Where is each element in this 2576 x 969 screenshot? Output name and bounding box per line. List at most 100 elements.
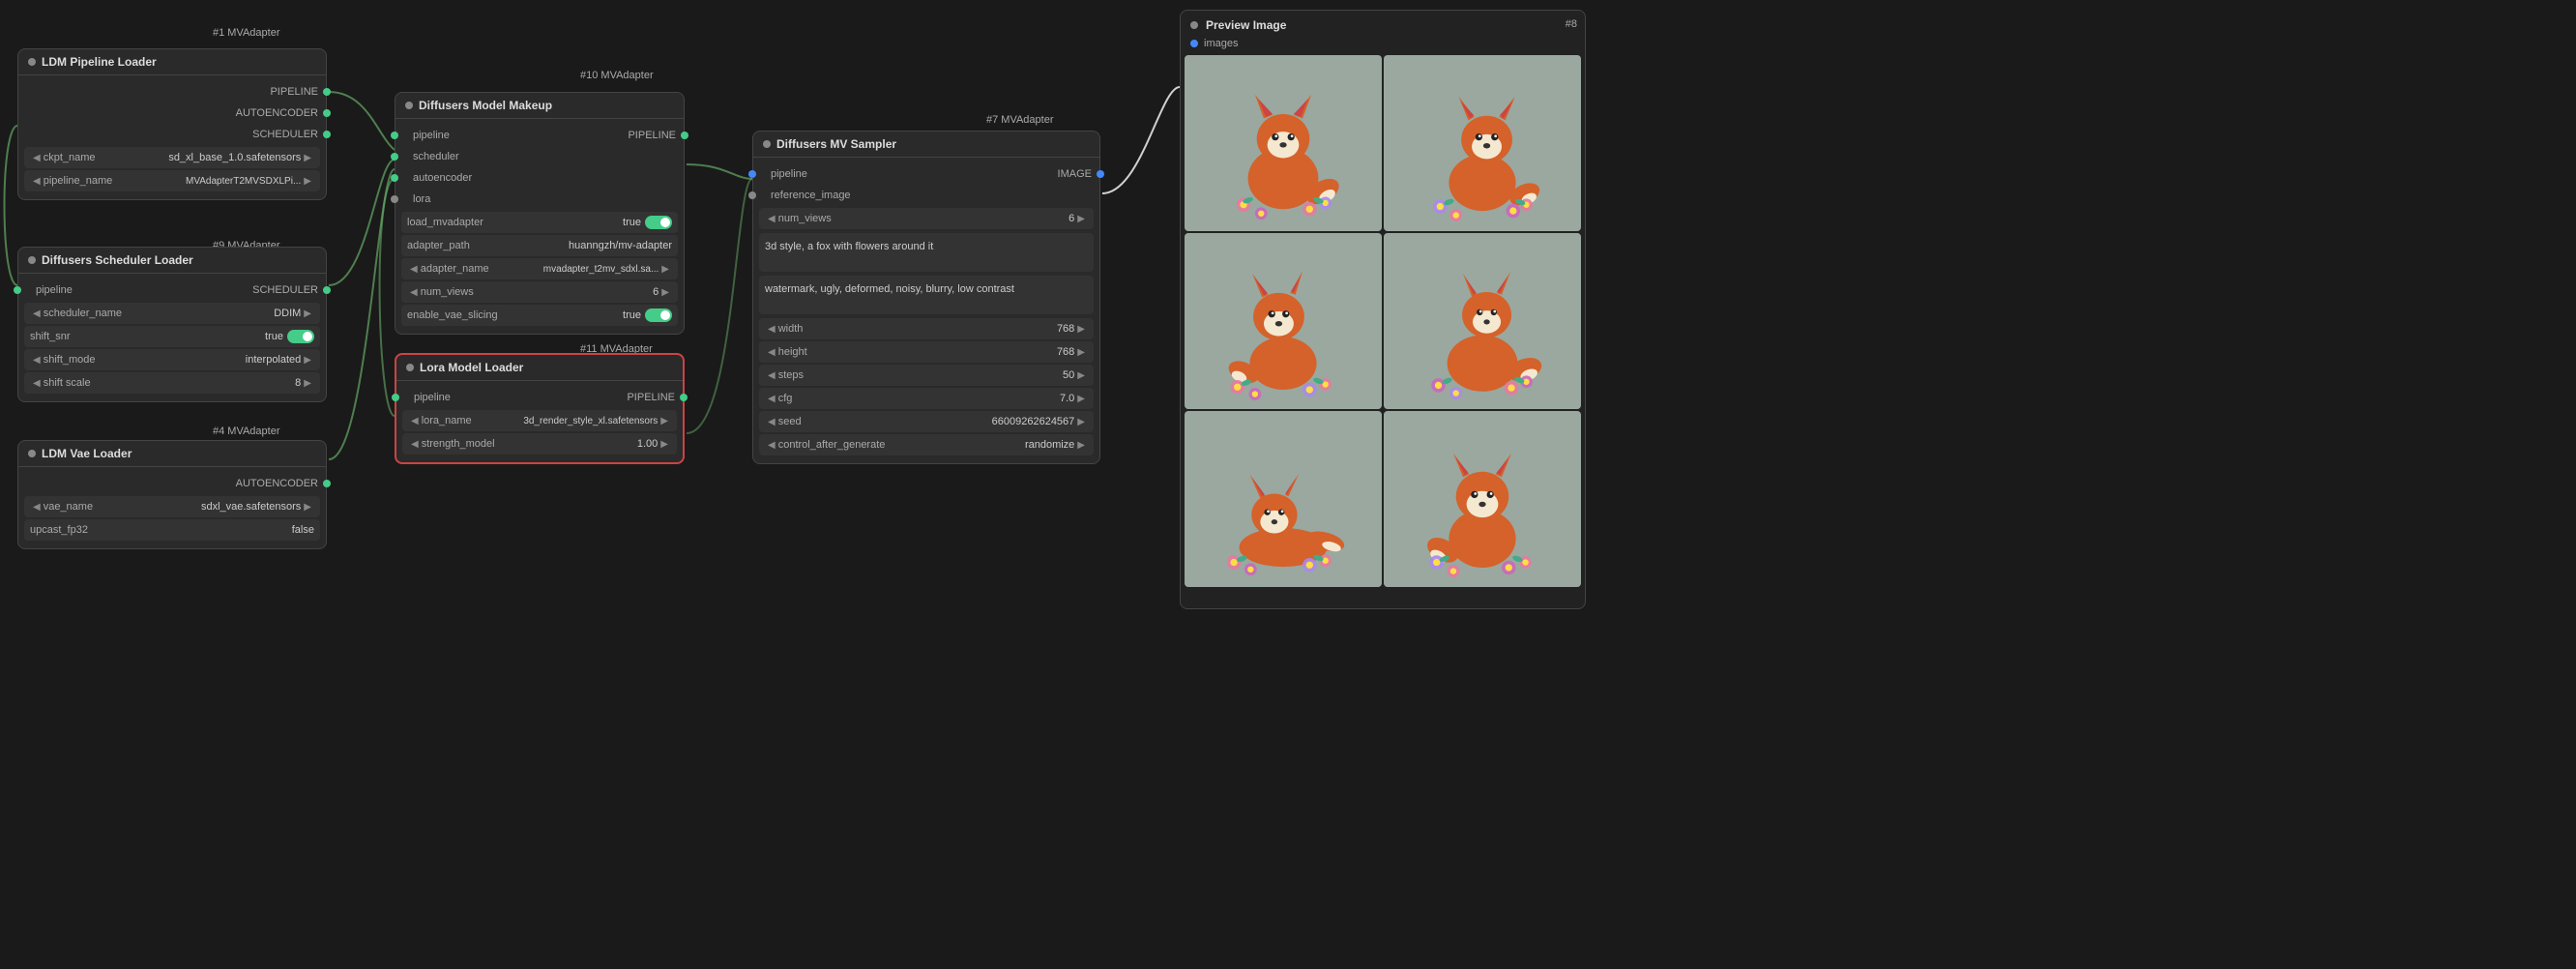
node-diffusers-scheduler: Diffusers Scheduler Loader pipeline SCHE… (17, 247, 327, 402)
field-cfg[interactable]: ◀ cfg 7.0 ▶ (759, 388, 1094, 409)
field-pipeline-left-arrow[interactable]: ◀ (30, 176, 44, 187)
preview-images-input-dot (1190, 40, 1198, 47)
field-strength-model[interactable]: ◀ strength_model 1.00 ▶ (402, 433, 677, 455)
preview-cell-6 (1384, 411, 1581, 587)
node-diffusers-model-title: Diffusers Model Makeup (419, 99, 552, 112)
output-dm-pipeline-dot (681, 132, 688, 139)
node-diffusers-scheduler-header: Diffusers Scheduler Loader (18, 248, 326, 274)
output-lora-pipeline-dot (680, 394, 688, 401)
field-prompt[interactable]: 3d style, a fox with flowers around it (759, 233, 1094, 272)
output-scheduler-dot2 (323, 286, 331, 294)
output-scheduler-dot (323, 131, 331, 138)
field-pipeline-right-arrow[interactable]: ▶ (301, 176, 314, 187)
field-shift-mode[interactable]: ◀ shift_mode interpolated ▶ (24, 349, 320, 370)
negative-prompt-text: watermark, ugly, deformed, noisy, blurry… (765, 283, 1014, 295)
input-pipeline-row: pipeline SCHEDULER (18, 279, 326, 301)
preview-title: Preview Image (1206, 18, 1286, 32)
prompt-text: 3d style, a fox with flowers around it (765, 241, 933, 252)
node-diffusers-model-body: pipeline PIPELINE scheduler autoencoder … (395, 119, 684, 334)
output-mv-image-dot (1097, 170, 1104, 178)
node-diffusers-mv-body: pipeline IMAGE reference_image ◀ num_vie… (753, 158, 1099, 463)
field-dm-num-views[interactable]: ◀ num_views 6 ▶ (401, 281, 678, 303)
output-autoencoder-dot2 (323, 480, 331, 487)
canvas: #1 MVAdapter LDM Pipeline Loader PIPELIN… (0, 0, 2576, 969)
node-diffusers-model-status (405, 102, 413, 109)
input-mv-reference: reference_image (753, 185, 1099, 206)
input-dm-autoencoder-dot (391, 174, 398, 182)
node-lora-model: Lora Model Loader pipeline PIPELINE ◀ lo… (395, 353, 685, 464)
node-lora-model-status (406, 364, 414, 371)
input-lora-pipeline: pipeline PIPELINE (396, 387, 683, 408)
input-mv-pipeline-dot (748, 170, 756, 178)
field-pipeline-name[interactable]: ◀ pipeline_name MVAdapterT2MVSDXLPi... ▶ (24, 170, 320, 191)
node-diffusers-mv: Diffusers MV Sampler pipeline IMAGE refe… (752, 131, 1100, 464)
field-lora-name[interactable]: ◀ lora_name 3d_render_style_xl.safetenso… (402, 410, 677, 431)
node-diffusers-scheduler-title: Diffusers Scheduler Loader (42, 253, 193, 267)
preview-image-grid (1181, 51, 1585, 591)
input-pipeline-dot (14, 286, 21, 294)
field-control-after-generate[interactable]: ◀ control_after_generate randomize ▶ (759, 434, 1094, 455)
field-width[interactable]: ◀ width 768 ▶ (759, 318, 1094, 339)
preview-header: Preview Image (1181, 11, 1585, 36)
field-height[interactable]: ◀ height 768 ▶ (759, 341, 1094, 363)
adapter-label-4: #4 MVAdapter (213, 426, 280, 437)
input-lora-pipeline-dot (392, 394, 399, 401)
field-seed[interactable]: ◀ seed 66009262624567 ▶ (759, 411, 1094, 432)
field-shift-snr[interactable]: shift_snr true (24, 326, 320, 347)
input-dm-lora: lora (395, 189, 684, 210)
node-diffusers-mv-header: Diffusers MV Sampler (753, 132, 1099, 158)
output-autoencoder-row2: AUTOENCODER (18, 473, 326, 494)
node-diffusers-mv-title: Diffusers MV Sampler (776, 137, 896, 151)
output-pipeline-dot (323, 88, 331, 96)
field-shift-scale[interactable]: ◀ shift scale 8 ▶ (24, 372, 320, 394)
node-ldm-vae: LDM Vae Loader AUTOENCODER ◀ vae_name sd… (17, 440, 327, 549)
node-diffusers-model-header: Diffusers Model Makeup (395, 93, 684, 119)
node-ldm-vae-body: AUTOENCODER ◀ vae_name sdxl_vae.safetens… (18, 467, 326, 548)
field-ckpt-name[interactable]: ◀ ckpt_name sd_xl_base_1.0.safetensors ▶ (24, 147, 320, 168)
toggle-shift-snr[interactable] (287, 330, 314, 343)
output-pipeline-row: PIPELINE (18, 81, 326, 103)
adapter-label-7: #7 MVAdapter (986, 114, 1054, 126)
field-steps[interactable]: ◀ steps 50 ▶ (759, 365, 1094, 386)
input-dm-lora-dot (391, 195, 398, 203)
field-mv-num-views[interactable]: ◀ num_views 6 ▶ (759, 208, 1094, 229)
node-ldm-vae-status (28, 450, 36, 457)
field-ckpt-right-arrow[interactable]: ▶ (301, 153, 314, 163)
field-scheduler-name[interactable]: ◀ scheduler_name DDIM ▶ (24, 303, 320, 324)
input-dm-pipeline: pipeline PIPELINE (395, 125, 684, 146)
field-adapter-name[interactable]: ◀ adapter_name mvadapter_t2mv_sdxl.sa...… (401, 258, 678, 279)
preview-images-label: images (1204, 38, 1238, 49)
node-lora-model-header: Lora Model Loader (396, 355, 683, 381)
node-ldm-pipeline: LDM Pipeline Loader PIPELINE AUTOENCODER… (17, 48, 327, 200)
input-dm-autoencoder: autoencoder (395, 167, 684, 189)
output-autoencoder-row: AUTOENCODER (18, 103, 326, 124)
output-scheduler-row: SCHEDULER (18, 124, 326, 145)
input-dm-scheduler: scheduler (395, 146, 684, 167)
node-diffusers-scheduler-body: pipeline SCHEDULER ◀ scheduler_name DDIM… (18, 274, 326, 401)
input-mv-pipeline: pipeline IMAGE (753, 163, 1099, 185)
toggle-load-mvadapter[interactable] (645, 216, 672, 229)
adapter-label-1: #1 MVAdapter (213, 27, 280, 39)
field-upcast-fp32[interactable]: upcast_fp32 false (24, 519, 320, 541)
field-vae-name[interactable]: ◀ vae_name sdxl_vae.safetensors ▶ (24, 496, 320, 517)
preview-status-dot (1190, 21, 1198, 29)
preview-images-row: images (1181, 36, 1585, 51)
toggle-enable-vae-slicing[interactable] (645, 308, 672, 322)
node-diffusers-scheduler-status (28, 256, 36, 264)
field-negative-prompt[interactable]: watermark, ugly, deformed, noisy, blurry… (759, 276, 1094, 314)
preview-cell-4 (1384, 233, 1581, 409)
node-ldm-vae-title: LDM Vae Loader (42, 447, 132, 460)
input-dm-pipeline-dot (391, 132, 398, 139)
node-ldm-pipeline-status (28, 58, 36, 66)
field-enable-vae-slicing[interactable]: enable_vae_slicing true (401, 305, 678, 326)
field-ckpt-left-arrow[interactable]: ◀ (30, 153, 44, 163)
node-ldm-pipeline-title: LDM Pipeline Loader (42, 55, 157, 69)
node-ldm-pipeline-body: PIPELINE AUTOENCODER SCHEDULER ◀ ckpt_na… (18, 75, 326, 199)
node-lora-model-body: pipeline PIPELINE ◀ lora_name 3d_render_… (396, 381, 683, 462)
node-ldm-vae-header: LDM Vae Loader (18, 441, 326, 467)
input-mv-reference-dot (748, 191, 756, 199)
field-adapter-path[interactable]: adapter_path huanngzh/mv-adapter (401, 235, 678, 256)
node-diffusers-model: Diffusers Model Makeup pipeline PIPELINE… (395, 92, 685, 335)
preview-badge: #8 (1566, 18, 1577, 30)
field-load-mvadapter[interactable]: load_mvadapter true (401, 212, 678, 233)
